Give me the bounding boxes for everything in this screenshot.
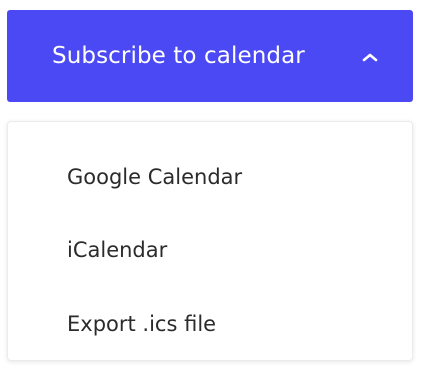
subscribe-to-calendar-button[interactable]: Subscribe to calendar [7, 10, 413, 102]
subscribe-button-label: Subscribe to calendar [52, 43, 305, 69]
menu-item-google-calendar[interactable]: Google Calendar [67, 155, 242, 199]
menu-item-icalendar[interactable]: iCalendar [67, 228, 167, 272]
calendar-options-dropdown: Google Calendar iCalendar Export .ics fi… [7, 121, 413, 361]
chevron-up-icon [362, 53, 378, 62]
menu-item-export-ics-file[interactable]: Export .ics file [67, 302, 216, 346]
